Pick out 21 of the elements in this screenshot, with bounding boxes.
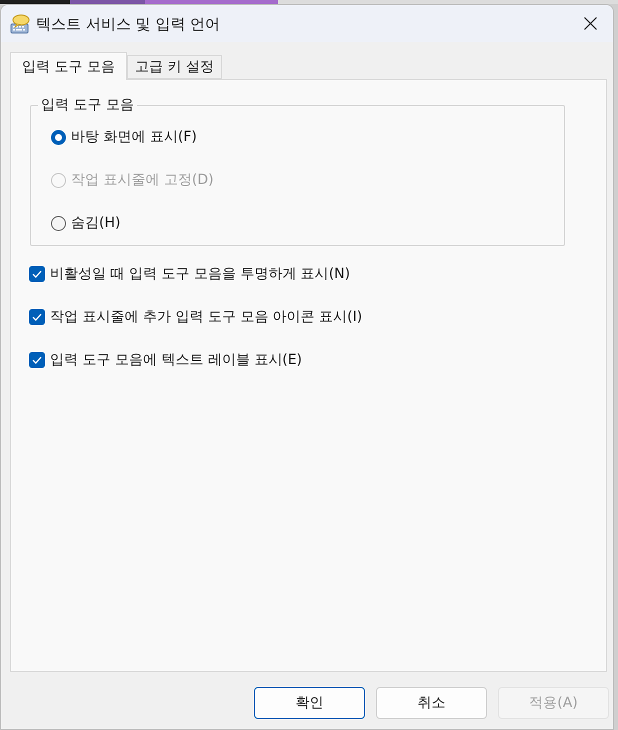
close-icon [584,17,596,30]
keyboard-speech-bubble-icon [10,14,30,34]
tab[interactable]: 고급 키 설정 [126,55,222,79]
radio-label: 바탕 화면에 표시(F) [71,128,197,147]
window-title: 텍스트 서비스 및 입력 언어 [36,14,220,34]
checkbox-label: 비활성일 때 입력 도구 모음을 투명하게 표시(N) [50,265,350,284]
checkbox-label: 작업 표시줄에 추가 입력 도구 모음 아이콘 표시(I) [50,308,362,327]
checkbox[interactable] [29,309,45,325]
radio-button[interactable] [51,130,66,144]
dialog-button[interactable]: 확인 [254,687,365,719]
radio-button[interactable] [51,216,66,230]
dialog-button[interactable]: 취소 [376,687,487,719]
checkmark-icon [32,313,42,321]
radio-label: 작업 표시줄에 고정(D) [71,171,214,190]
checkbox-label: 입력 도구 모음에 텍스트 레이블 표시(E) [50,351,302,370]
checkmark-icon [32,270,42,278]
checkbox[interactable] [29,266,45,282]
checkmark-icon [32,356,42,364]
checkbox[interactable] [29,352,45,368]
tab[interactable]: 입력 도구 모음 [10,52,127,80]
radio-label: 숨김(H) [71,214,120,233]
